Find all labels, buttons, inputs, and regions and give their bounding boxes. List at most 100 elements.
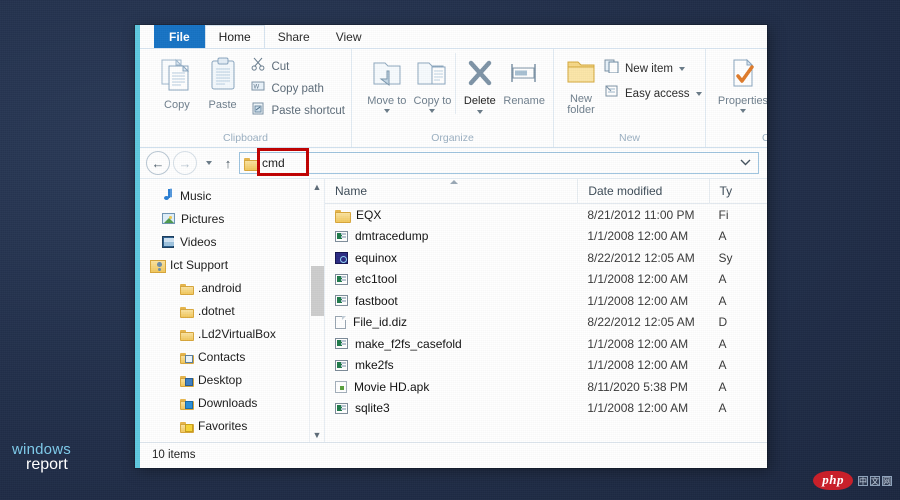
ribbon-tab-strip: File Home Share View <box>140 25 767 49</box>
nav-item-favorites[interactable]: Favorites <box>140 414 324 437</box>
music-icon <box>162 189 174 202</box>
exe-icon <box>335 359 348 371</box>
paste-button[interactable]: Paste <box>200 53 246 111</box>
nav-item-ict-support[interactable]: Ict Support <box>140 253 324 276</box>
properties-caret-icon[interactable] <box>740 109 746 113</box>
recent-locations-button[interactable] <box>200 152 217 174</box>
delete-label: Delete <box>463 95 496 107</box>
tab-home[interactable]: Home <box>204 25 265 48</box>
column-header-type-label: Ty <box>719 183 733 198</box>
nav-item-videos[interactable]: Videos <box>140 230 324 253</box>
copy-path-label: Copy path <box>271 82 324 95</box>
document-icon <box>335 315 346 329</box>
folder-icon <box>180 329 194 341</box>
navigation-pane-scrollbar[interactable]: ▲ ▼ <box>309 179 324 442</box>
nav-item-label: Music <box>180 188 212 203</box>
scrollbar-track[interactable] <box>310 194 325 427</box>
table-row[interactable]: dmtracedump 1/1/2008 12:00 AM A <box>325 226 767 248</box>
address-bar[interactable]: cmd <box>239 148 759 176</box>
scroll-up-button[interactable]: ▲ <box>310 179 325 194</box>
back-button[interactable]: ← <box>146 151 170 175</box>
column-header-name[interactable]: Name <box>325 179 577 204</box>
favorites-folder-icon <box>180 421 194 433</box>
file-date-cell: 8/22/2012 12:05 AM <box>587 315 695 330</box>
nav-item-contacts[interactable]: Contacts <box>140 345 324 368</box>
paste-shortcut-label: Paste shortcut <box>271 104 345 117</box>
table-row[interactable]: EQX 8/21/2012 11:00 PM Fi <box>325 204 767 226</box>
nav-item-desktop[interactable]: Desktop <box>140 368 324 391</box>
copy-to-label: Copy to <box>413 95 452 107</box>
navigation-pane: Music Pictures Videos Ict Support .andro… <box>140 179 325 442</box>
table-row[interactable]: etc1tool 1/1/2008 12:00 AM A <box>325 269 767 291</box>
new-item-caret-icon[interactable] <box>678 66 685 71</box>
nav-item-dotnet[interactable]: .dotnet <box>140 299 324 322</box>
watermark-line-2: report <box>26 456 68 473</box>
picture-icon <box>162 213 175 224</box>
nav-item-pictures[interactable]: Pictures <box>140 207 324 230</box>
windows-report-watermark: windows report <box>12 442 71 473</box>
paste-shortcut-button[interactable]: Paste shortcut <box>251 101 345 120</box>
table-row[interactable]: Movie HD.apk 8/11/2020 5:38 PM A <box>325 376 767 398</box>
folder-icon <box>244 157 260 171</box>
nav-item-downloads[interactable]: Downloads <box>140 391 324 414</box>
easy-access-button[interactable]: Easy access <box>604 84 702 103</box>
file-date-cell: 1/1/2008 12:00 AM <box>587 336 689 351</box>
copy-to-button[interactable]: Copy to <box>410 53 456 113</box>
table-row[interactable]: equinox 8/22/2012 12:05 AM Sy <box>325 247 767 269</box>
column-header-name-label: Name <box>335 183 368 198</box>
file-name: mke2fs <box>355 358 394 373</box>
file-name-cell: EQX <box>325 208 577 223</box>
table-row[interactable]: make_f2fs_casefold 1/1/2008 12:00 AM A <box>325 333 767 355</box>
forward-button[interactable]: → <box>173 151 197 175</box>
file-name: Movie HD.apk <box>354 379 430 394</box>
up-button[interactable]: ↑ <box>217 152 239 174</box>
nav-item-links[interactable]: Links <box>140 437 324 443</box>
rename-button[interactable]: Rename <box>501 53 547 107</box>
table-row[interactable]: mke2fs 1/1/2008 12:00 AM A <box>325 355 767 377</box>
nav-item-label: Downloads <box>198 395 258 410</box>
nav-item-label: Contacts <box>198 349 246 364</box>
file-name-cell: dmtracedump <box>325 229 577 243</box>
easy-access-caret-icon[interactable] <box>695 91 702 96</box>
nav-item-label: .android <box>198 280 242 295</box>
tab-view[interactable]: View <box>323 25 375 48</box>
tab-share[interactable]: Share <box>265 25 323 48</box>
column-header-type[interactable]: Ty <box>708 179 768 204</box>
ribbon-group-label-new: New <box>618 132 640 144</box>
copy-path-button[interactable]: W Copy path <box>251 79 345 98</box>
file-name-cell: Movie HD.apk <box>325 380 577 394</box>
file-date-cell: 1/1/2008 12:00 AM <box>587 401 689 416</box>
copy-to-caret-icon[interactable] <box>429 109 436 113</box>
properties-button[interactable]: Properties <box>712 53 767 113</box>
address-dropdown-button[interactable] <box>735 158 756 169</box>
new-folder-icon <box>564 57 598 92</box>
desktop-background: File Home Share View Copy Paste Cut W Co… <box>0 0 900 500</box>
copy-button[interactable]: Copy <box>154 53 200 111</box>
status-bar: 10 items <box>140 442 767 466</box>
table-row[interactable]: File_id.diz 8/22/2012 12:05 AM D <box>325 312 767 334</box>
table-row[interactable]: fastboot 1/1/2008 12:00 AM A <box>325 290 767 312</box>
new-folder-button[interactable]: New folder <box>564 53 598 116</box>
scrollbar-thumb[interactable] <box>310 266 324 316</box>
column-header-date-modified[interactable]: Date modified <box>577 179 708 204</box>
file-name: dmtracedump <box>355 229 429 244</box>
cut-button[interactable]: Cut <box>251 57 345 76</box>
address-bar-text: cmd <box>262 156 285 170</box>
nav-item-label: .dotnet <box>198 303 235 318</box>
move-to-button[interactable]: Move to <box>364 53 410 113</box>
file-name-cell: fastboot <box>325 294 577 308</box>
chevron-up-icon: ▲ <box>312 181 322 192</box>
nav-item-android[interactable]: .android <box>140 276 324 299</box>
equinox-icon <box>335 251 348 264</box>
delete-button[interactable]: Delete <box>455 53 501 114</box>
file-date-cell: 8/11/2020 5:38 PM <box>587 379 688 394</box>
move-to-caret-icon[interactable] <box>383 109 390 113</box>
tab-file[interactable]: File <box>154 25 205 48</box>
new-item-button[interactable]: New item <box>604 59 702 78</box>
table-row[interactable]: sqlite3 1/1/2008 12:00 AM A <box>325 398 767 420</box>
folder-icon <box>180 306 194 318</box>
scroll-down-button[interactable]: ▼ <box>310 427 325 442</box>
nav-item-ld2virtualbox[interactable]: .Ld2VirtualBox <box>140 322 324 345</box>
nav-item-music[interactable]: Music <box>140 184 324 207</box>
delete-caret-icon[interactable] <box>476 110 483 114</box>
